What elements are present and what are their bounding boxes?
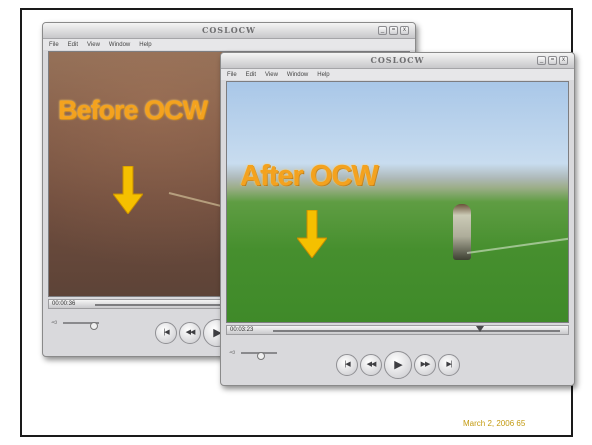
menu-window[interactable]: Window bbox=[109, 42, 130, 48]
skip-forward-button[interactable]: ▶| bbox=[438, 354, 460, 376]
footer-date-page: March 2, 2006 65 bbox=[463, 419, 526, 428]
minimize-button[interactable]: _ bbox=[378, 26, 387, 35]
window-title: COSLOCW bbox=[201, 25, 257, 35]
volume-knob[interactable] bbox=[89, 322, 98, 330]
arrow-down-icon bbox=[113, 166, 143, 214]
titlebar[interactable]: COSLOCW _ = x bbox=[43, 23, 415, 39]
menu-file[interactable]: File bbox=[227, 72, 237, 78]
volume-track[interactable] bbox=[241, 352, 277, 360]
volume-slider[interactable]: ◅ bbox=[51, 319, 101, 330]
menubar: File Edit View Window Help bbox=[221, 69, 574, 80]
menu-view[interactable]: View bbox=[265, 72, 278, 78]
seek-track[interactable] bbox=[273, 326, 560, 332]
maximize-button[interactable]: = bbox=[548, 56, 557, 65]
player-controls: ◅ |◀ ◀◀ ▶ ▶▶ ▶| bbox=[221, 341, 574, 379]
skip-back-button[interactable]: |◀ bbox=[336, 354, 358, 376]
minimize-button[interactable]: _ bbox=[537, 56, 546, 65]
menu-help[interactable]: Help bbox=[139, 42, 151, 48]
volume-track[interactable] bbox=[63, 322, 99, 330]
video-frame-green-field[interactable] bbox=[226, 81, 569, 323]
titlebar[interactable]: COSLOCW _ = x bbox=[221, 53, 574, 69]
speaker-icon: ◅ bbox=[51, 319, 57, 326]
timecode: 00:03:23 bbox=[230, 327, 254, 333]
play-button[interactable]: ▶ bbox=[384, 351, 412, 379]
after-ocw-label: After OCW bbox=[240, 160, 379, 192]
seek-bar[interactable]: 00:03:23 bbox=[226, 325, 569, 335]
rewind-button[interactable]: ◀◀ bbox=[179, 322, 201, 344]
before-ocw-label: Before OCW bbox=[58, 95, 208, 125]
water-spray bbox=[466, 236, 568, 254]
menubar: File Edit View Window Help bbox=[43, 39, 415, 50]
window-title: COSLOCW bbox=[370, 55, 425, 65]
menu-window[interactable]: Window bbox=[287, 72, 308, 78]
close-button[interactable]: x bbox=[559, 56, 568, 65]
arrow-down-icon bbox=[297, 210, 327, 258]
player-window-after: COSLOCW _ = x File Edit View Window Help… bbox=[220, 52, 575, 386]
volume-slider[interactable]: ◅ bbox=[229, 349, 279, 360]
speaker-icon: ◅ bbox=[229, 349, 235, 356]
volume-knob[interactable] bbox=[256, 352, 265, 360]
seek-thumb[interactable] bbox=[475, 326, 484, 332]
menu-file[interactable]: File bbox=[49, 42, 59, 48]
menu-edit[interactable]: Edit bbox=[68, 42, 78, 48]
menu-view[interactable]: View bbox=[87, 42, 100, 48]
menu-help[interactable]: Help bbox=[317, 72, 329, 78]
maximize-button[interactable]: = bbox=[389, 26, 398, 35]
transport-buttons: |◀ ◀◀ ▶ ▶▶ ▶| bbox=[336, 351, 460, 379]
timecode: 00:00:36 bbox=[52, 301, 76, 307]
skip-back-button[interactable]: |◀ bbox=[155, 322, 177, 344]
close-button[interactable]: x bbox=[400, 26, 409, 35]
rewind-button[interactable]: ◀◀ bbox=[360, 354, 382, 376]
menu-edit[interactable]: Edit bbox=[246, 72, 256, 78]
fast-forward-button[interactable]: ▶▶ bbox=[414, 354, 436, 376]
